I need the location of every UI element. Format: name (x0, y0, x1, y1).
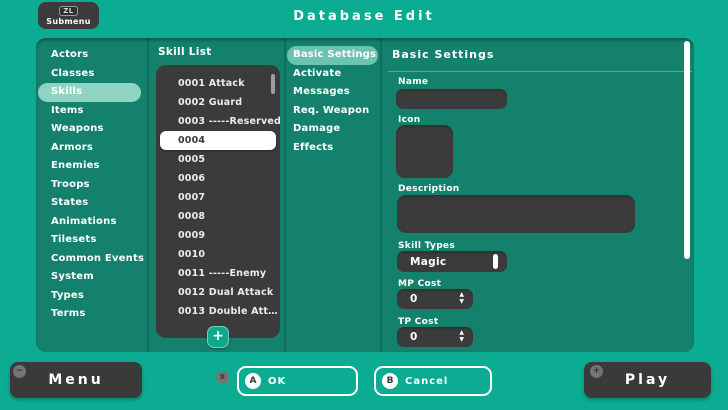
sidebar-item-items[interactable]: Items (36, 102, 147, 121)
description-label: Description (398, 184, 460, 194)
sidebar-item-actors[interactable]: Actors (36, 46, 147, 65)
page-title: Database Edit (293, 9, 435, 24)
skill-row[interactable]: 0008 (156, 207, 280, 226)
ok-label: OK (268, 375, 287, 387)
sidebar-item-armors[interactable]: Armors (36, 139, 147, 158)
tab-activate[interactable]: Activate (284, 65, 380, 84)
name-label: Name (398, 77, 429, 87)
sidebar-item-system[interactable]: System (36, 268, 147, 287)
sidebar-item-troops[interactable]: Troops (36, 176, 147, 195)
basic-settings-form: Basic Settings Name Icon Description Ski… (380, 38, 694, 352)
submenu-label: Submenu (46, 16, 91, 26)
category-sidebar: Actors Classes Skills Items Weapons Armo… (36, 46, 147, 324)
sidebar-item-enemies[interactable]: Enemies (36, 157, 147, 176)
skill-list-column: Skill List 0001 Attack 0002 Guard 0003 -… (147, 38, 284, 352)
skill-row[interactable]: 0011 -----Enemy (156, 264, 280, 283)
sidebar-item-animations[interactable]: Animations (36, 213, 147, 232)
spinner-down-icon[interactable]: ▼ (459, 299, 464, 305)
tab-req-weapon[interactable]: Req. Weapon (284, 102, 380, 121)
play-label: Play (624, 372, 671, 388)
database-edit-screen: Database Edit ZL Submenu Actors Classes … (0, 0, 728, 410)
form-header: Basic Settings (392, 48, 495, 61)
skill-row[interactable]: 0003 -----Reserved (156, 112, 280, 131)
skill-types-dropdown[interactable]: Magic (397, 251, 507, 272)
sidebar-item-common-events[interactable]: Common Events (36, 250, 147, 269)
tab-basic-settings[interactable]: Basic Settings (287, 46, 378, 65)
mp-cost-value: 0 (410, 293, 418, 305)
cancel-button[interactable]: B Cancel (374, 366, 492, 396)
sidebar-item-tilesets[interactable]: Tilesets (36, 231, 147, 250)
icon-label: Icon (398, 115, 421, 125)
skill-row[interactable]: 0001 Attack (156, 74, 280, 93)
add-skill-button[interactable]: + (207, 326, 229, 348)
skill-list-scrollbar[interactable] (271, 74, 275, 94)
skill-row[interactable]: 0009 (156, 226, 280, 245)
menu-label: Menu (48, 372, 104, 388)
mp-cost-stepper[interactable]: 0 ▲ ▼ (397, 289, 473, 309)
database-panel: Actors Classes Skills Items Weapons Armo… (36, 38, 694, 352)
tp-cost-spinner[interactable]: ▲ ▼ (459, 330, 464, 343)
tab-messages[interactable]: Messages (284, 83, 380, 102)
panel-scrollbar[interactable] (684, 41, 690, 259)
settings-tabs: Basic Settings Activate Messages Req. We… (284, 46, 380, 157)
name-input[interactable] (396, 89, 507, 109)
mp-cost-label: MP Cost (398, 279, 442, 289)
plus-key-icon: + (590, 365, 603, 378)
header-separator (388, 71, 692, 72)
icon-picker[interactable] (396, 125, 453, 178)
tp-cost-stepper[interactable]: 0 ▲ ▼ (397, 327, 473, 347)
skill-row[interactable]: 0013 Double Att… (156, 302, 280, 321)
skill-list: 0001 Attack 0002 Guard 0003 -----Reserve… (156, 65, 280, 348)
menu-button[interactable]: − Menu (10, 362, 142, 398)
skill-types-value: Magic (410, 256, 447, 268)
cancel-label: Cancel (405, 375, 449, 387)
play-button[interactable]: + Play (584, 362, 711, 398)
tab-damage[interactable]: Damage (284, 120, 380, 139)
spinner-down-icon[interactable]: ▼ (459, 337, 464, 343)
sidebar-item-classes[interactable]: Classes (36, 65, 147, 84)
sidebar-item-skills[interactable]: Skills (38, 83, 141, 102)
skill-row[interactable]: 0002 Guard (156, 93, 280, 112)
skill-types-label: Skill Types (398, 241, 455, 251)
submenu-button[interactable]: ZL Submenu (38, 2, 99, 29)
dropdown-indicator-icon (493, 254, 498, 269)
skill-row[interactable]: 0010 (156, 245, 280, 264)
skill-row[interactable]: 0005 (156, 150, 280, 169)
ok-button[interactable]: A OK (237, 366, 358, 396)
tp-cost-label: TP Cost (398, 317, 439, 327)
mp-cost-spinner[interactable]: ▲ ▼ (459, 292, 464, 305)
tab-effects[interactable]: Effects (284, 139, 380, 158)
sidebar-item-types[interactable]: Types (36, 287, 147, 306)
tp-cost-value: 0 (410, 331, 418, 343)
description-input[interactable] (397, 195, 635, 233)
sidebar-item-terms[interactable]: Terms (36, 305, 147, 324)
skill-row-selected[interactable]: 0004 (160, 131, 276, 150)
b-key-icon: B (382, 373, 398, 389)
skill-list-header: Skill List (158, 46, 212, 58)
sidebar-item-states[interactable]: States (36, 194, 147, 213)
zl-key-icon: ZL (59, 5, 78, 16)
skill-row[interactable]: 0006 (156, 169, 280, 188)
a-key-icon: A (245, 373, 261, 389)
sidebar-item-weapons[interactable]: Weapons (36, 120, 147, 139)
skill-row[interactable]: 0012 Dual Attack (156, 283, 280, 302)
minus-key-icon: − (13, 365, 26, 378)
x-key-icon: X (216, 371, 229, 384)
skill-row[interactable]: 0007 (156, 188, 280, 207)
